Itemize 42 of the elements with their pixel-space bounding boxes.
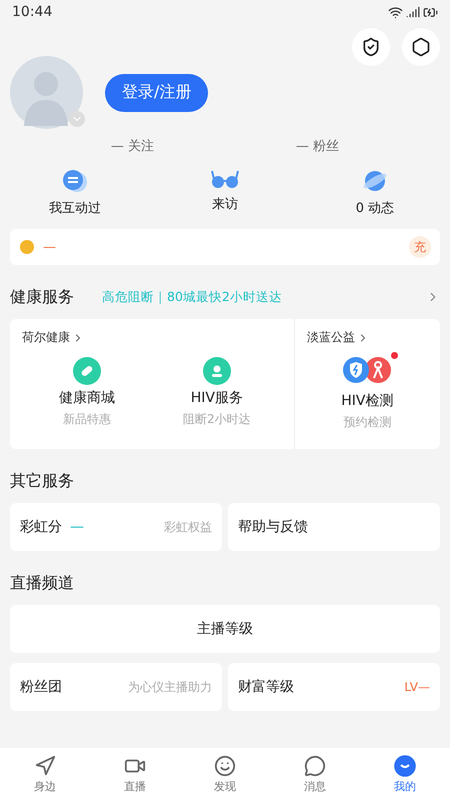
message-icon [304,754,326,776]
service-item[interactable]: HIV服务 阻断2小时达 [152,357,282,428]
security-button[interactable] [352,28,390,66]
pill-icon [72,357,101,385]
section-title: 直播频道 [10,572,74,594]
live-card[interactable]: 财富等级 LV— [228,663,440,711]
status-time: 10:44 [12,4,52,20]
chat-bubble-icon [62,169,88,193]
quick-action[interactable]: 0 动态 [300,169,450,217]
anchor-level-card[interactable]: 主播等级 [10,605,440,653]
quick-action[interactable]: 我互动过 [0,169,150,217]
stat-label[interactable]: — 粉丝 [296,137,340,155]
service-card[interactable]: 帮助与反馈 [228,503,440,551]
quick-action[interactable]: 来访 [150,169,300,217]
signal-icon [406,5,420,19]
coin-icon [19,239,35,255]
tab[interactable]: 直播 [90,748,180,800]
stat-label[interactable]: — 关注 [110,137,154,155]
navigation-icon [34,754,56,776]
planet-face-icon [214,754,236,776]
tab[interactable]: 消息 [270,748,360,800]
wifi-icon [388,4,403,20]
section-title: 健康服务 [10,286,74,308]
smile-bubble-icon [394,754,416,776]
balance-value: — [43,240,57,254]
shield-check-icon [361,37,381,57]
group-title[interactable]: 荷尔健康 [22,329,70,346]
login-button[interactable]: 登录/注册 [105,74,208,112]
planet-icon [362,169,388,193]
live-card[interactable]: 粉丝团 为心仪主播助力 [10,663,222,711]
tab[interactable]: 我的 [360,748,450,800]
glasses-icon [210,169,240,189]
settings-button[interactable] [402,28,440,66]
group-title[interactable]: 淡蓝公益 [306,329,355,346]
service-item[interactable]: HIV检测 预约检测 [306,354,428,431]
settings-icon [411,37,431,57]
service-item[interactable]: 健康商城 新品特惠 [22,357,152,428]
service-card[interactable]: 彩虹分 — 彩虹权益 [10,503,222,551]
section-title: 其它服务 [10,470,74,492]
tab[interactable]: 身边 [0,748,90,800]
tab[interactable]: 发现 [180,748,270,800]
doctor-icon [202,357,231,385]
